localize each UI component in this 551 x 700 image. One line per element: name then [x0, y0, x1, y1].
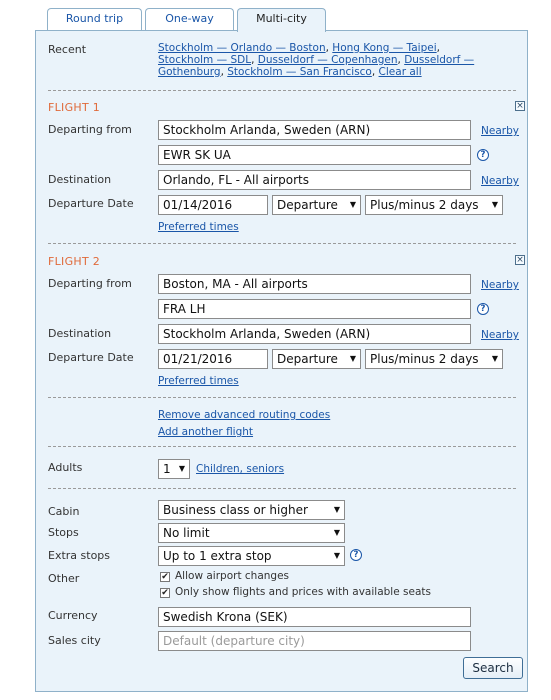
flight-1-destination-nearby-link[interactable]: Nearby — [481, 175, 519, 187]
remove-flight-1-icon[interactable]: × — [515, 101, 525, 111]
chevron-down-icon: ▼ — [491, 200, 498, 209]
divider — [48, 446, 516, 447]
flight-2-departing-nearby-link[interactable]: Nearby — [481, 279, 519, 291]
allow-airport-changes-checkbox[interactable]: ✔ — [160, 572, 170, 582]
routing-help-icon[interactable]: ? — [477, 303, 489, 315]
search-button[interactable]: Search — [463, 657, 523, 679]
chevron-down-icon: ▼ — [349, 200, 356, 209]
extra-stops-label: Extra stops — [48, 549, 111, 562]
available-seats-label: Only show flights and prices with availa… — [175, 586, 431, 598]
remove-flight-2-icon[interactable]: × — [515, 255, 525, 265]
select-value: Plus/minus 2 days — [370, 352, 479, 366]
destination-label: Destination — [48, 327, 112, 340]
chevron-down-icon: ▼ — [333, 551, 340, 560]
remove-routing-codes-link[interactable]: Remove advanced routing codes — [158, 409, 330, 421]
currency-input[interactable]: Swedish Krona (SEK) — [158, 607, 471, 627]
flight-2-destination-nearby-link[interactable]: Nearby — [481, 329, 519, 341]
divider — [48, 243, 516, 244]
departure-date-label: Departure Date — [48, 351, 134, 364]
children-seniors-link[interactable]: Children, seniors — [196, 463, 284, 475]
divider — [48, 488, 516, 489]
cabin-select[interactable]: Business class or higher ▼ — [158, 500, 345, 520]
select-value: Up to 1 extra stop — [163, 549, 272, 563]
currency-label: Currency — [48, 609, 98, 622]
available-seats-checkbox[interactable]: ✔ — [160, 588, 170, 598]
flight-2-date-type-select[interactable]: Departure ▼ — [272, 349, 361, 369]
stops-select[interactable]: No limit ▼ — [158, 523, 345, 543]
extra-stops-help-icon[interactable]: ? — [350, 549, 362, 561]
adults-label: Adults — [48, 461, 83, 474]
flight-2-departing-input[interactable]: Boston, MA - All airports — [158, 274, 471, 294]
flight-2-date-input[interactable]: 01/21/2016 — [158, 349, 268, 369]
sales-city-label: Sales city — [48, 634, 101, 647]
chevron-down-icon: ▼ — [178, 464, 185, 473]
recent-searches: Stockholm — Orlando — Boston, Hong Kong … — [158, 42, 475, 78]
select-value: Departure — [277, 352, 338, 366]
chevron-down-icon: ▼ — [333, 505, 340, 514]
divider — [48, 397, 516, 398]
flight-1-departing-input[interactable]: Stockholm Arlanda, Sweden (ARN) — [158, 120, 471, 140]
chevron-down-icon: ▼ — [349, 354, 356, 363]
flight-1-date-range-select[interactable]: Plus/minus 2 days ▼ — [365, 195, 503, 215]
flight-1-departing-nearby-link[interactable]: Nearby — [481, 125, 519, 137]
departing-from-label: Departing from — [48, 277, 132, 290]
flight-1-destination-input[interactable]: Orlando, FL - All airports — [158, 170, 471, 190]
stops-label: Stops — [48, 526, 79, 539]
flight-2-title: FLIGHT 2 — [48, 255, 101, 268]
tab-round-trip[interactable]: Round trip — [47, 8, 142, 31]
select-value: Business class or higher — [163, 503, 308, 517]
chevron-down-icon: ▼ — [333, 528, 340, 537]
clear-all-link[interactable]: Clear all — [379, 66, 422, 78]
recent-link[interactable]: Stockholm — Orlando — Boston — [158, 42, 326, 54]
recent-label: Recent — [48, 43, 87, 56]
select-value: Plus/minus 2 days — [370, 198, 479, 212]
recent-link[interactable]: Dusseldorf — Copenhagen — [258, 54, 398, 66]
extra-stops-select[interactable]: Up to 1 extra stop ▼ — [158, 546, 345, 566]
other-label: Other — [48, 572, 80, 585]
sales-city-input[interactable]: Default (departure city) — [158, 631, 471, 651]
flight-2-destination-input[interactable]: Stockholm Arlanda, Sweden (ARN) — [158, 324, 471, 344]
tab-one-way[interactable]: One-way — [145, 8, 234, 31]
departure-date-label: Departure Date — [48, 197, 134, 210]
flight-1-routing-codes-input[interactable]: EWR SK UA — [158, 145, 471, 165]
destination-label: Destination — [48, 173, 112, 186]
recent-link[interactable]: Stockholm — San Francisco — [227, 66, 372, 78]
flight-1-title: FLIGHT 1 — [48, 101, 101, 114]
departing-from-label: Departing from — [48, 123, 132, 136]
chevron-down-icon: ▼ — [491, 354, 498, 363]
flight-2-preferred-times-link[interactable]: Preferred times — [158, 375, 239, 387]
tab-multi-city[interactable]: Multi-city — [237, 8, 326, 32]
recent-link[interactable]: Hong Kong — Taipei — [332, 42, 436, 54]
select-value: Departure — [277, 198, 338, 212]
flight-1-date-input[interactable]: 01/14/2016 — [158, 195, 268, 215]
flight-2-routing-codes-input[interactable]: FRA LH — [158, 299, 471, 319]
select-value: 1 — [163, 462, 171, 476]
adults-select[interactable]: 1 ▼ — [158, 459, 190, 479]
recent-link[interactable]: Stockholm — SDL — [158, 54, 251, 66]
add-flight-link[interactable]: Add another flight — [158, 426, 253, 438]
flight-1-date-type-select[interactable]: Departure ▼ — [272, 195, 361, 215]
flight-1-preferred-times-link[interactable]: Preferred times — [158, 221, 239, 233]
allow-airport-changes-label: Allow airport changes — [175, 570, 290, 582]
select-value: No limit — [163, 526, 210, 540]
search-form-panel: Recent Stockholm — Orlando — Boston, Hon… — [35, 30, 528, 692]
flight-2-date-range-select[interactable]: Plus/minus 2 days ▼ — [365, 349, 503, 369]
divider — [48, 90, 516, 91]
cabin-label: Cabin — [48, 505, 80, 518]
routing-help-icon[interactable]: ? — [477, 149, 489, 161]
